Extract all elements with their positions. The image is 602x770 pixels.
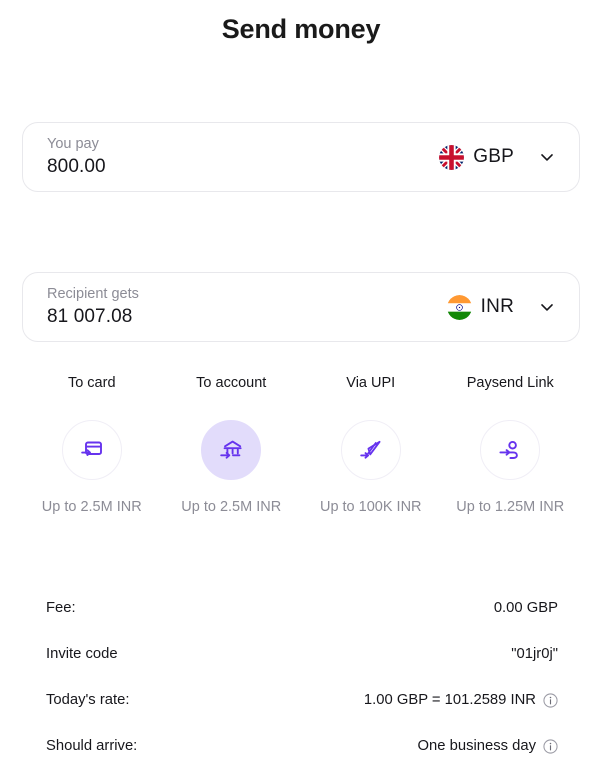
recipient-gets-label: Recipient gets [47,285,139,302]
detail-value-wrap: 0.00 GBP [494,600,558,616]
delivery-method-via-upi[interactable]: Via UPI Up to 100K INR [301,375,441,518]
detail-row-invite-code: Invite code "01jr0j" [46,631,558,677]
detail-value: 0.00 GBP [493,600,558,616]
detail-key: Fee: [46,600,76,616]
receive-currency-selector[interactable]: INR [446,294,561,320]
you-pay-amount-input[interactable]: 800.00 [47,156,106,178]
method-icon-circle[interactable] [61,420,122,480]
person-link-icon [499,440,519,459]
detail-row-fee: Fee: 0.00 GBP [46,585,558,631]
delivery-method-paysend-link[interactable]: Paysend Link Up to 1.25M INR [441,375,581,518]
detail-key: Invite code [46,646,118,662]
method-label: Paysend Link [466,375,554,391]
transfer-details: Fee: 0.00 GBP Invite code "01jr0j" Today… [46,585,558,769]
you-pay-label: You pay [47,135,99,152]
delivery-method-tabs: To card Up to 2.5M INR To account Up to … [22,375,580,518]
delivery-method-to-card[interactable]: To card Up to 2.5M INR [22,375,162,518]
detail-key: Today's rate: [46,692,130,708]
detail-key: Should arrive: [46,738,138,754]
method-label: Via UPI [346,375,396,391]
detail-value-wrap: "01jr0j" [511,646,558,662]
card-icon [81,441,102,456]
you-pay-field[interactable]: You pay 800.00 [47,135,106,178]
delivery-method-to-account[interactable]: To account Up to 2.5M INR [162,375,302,518]
detail-value: "01jr0j" [511,646,558,662]
pay-currency-code: GBP [473,146,514,167]
info-icon[interactable] [543,738,558,754]
recipient-gets-amount-input[interactable]: 81 007.08 [47,306,139,328]
detail-value-wrap: One business day [418,738,558,754]
receive-currency-code: INR [480,296,514,317]
chevron-down-icon[interactable] [537,297,557,317]
method-icon-circle[interactable] [201,420,262,480]
method-label: To card [67,375,116,391]
india-flag-icon [446,294,472,320]
method-label: To account [196,375,267,391]
chevron-down-icon[interactable] [537,147,557,167]
detail-row-todays-rate: Today's rate: 1.00 GBP = 101.2589 INR [46,677,558,723]
send-money-screen: Send money You pay 800.00 GBP Recipient … [0,0,602,770]
uk-flag-icon [439,144,465,170]
method-limit: Up to 2.5M INR [181,499,282,515]
method-limit: Up to 2.5M INR [41,499,142,515]
method-icon-circle[interactable] [340,420,401,480]
detail-value: 1.00 GBP = 101.2589 INR [363,692,536,708]
info-icon[interactable] [543,692,558,708]
detail-value: One business day [417,738,536,754]
bank-icon [220,440,242,459]
page-title: Send money [221,14,381,44]
recipient-gets-field[interactable]: Recipient gets 81 007.08 [47,285,139,328]
recipient-gets-card[interactable]: Recipient gets 81 007.08 INR [22,272,580,342]
upi-icon [360,440,381,459]
pay-currency-selector[interactable]: GBP [439,144,561,170]
you-pay-card[interactable]: You pay 800.00 GBP [22,122,580,192]
detail-value-wrap: 1.00 GBP = 101.2589 INR [364,692,558,708]
method-limit: Up to 1.25M INR [456,499,565,515]
method-icon-circle[interactable] [480,420,541,480]
method-limit: Up to 100K INR [319,499,422,515]
detail-row-should-arrive: Should arrive: One business day [46,723,558,769]
